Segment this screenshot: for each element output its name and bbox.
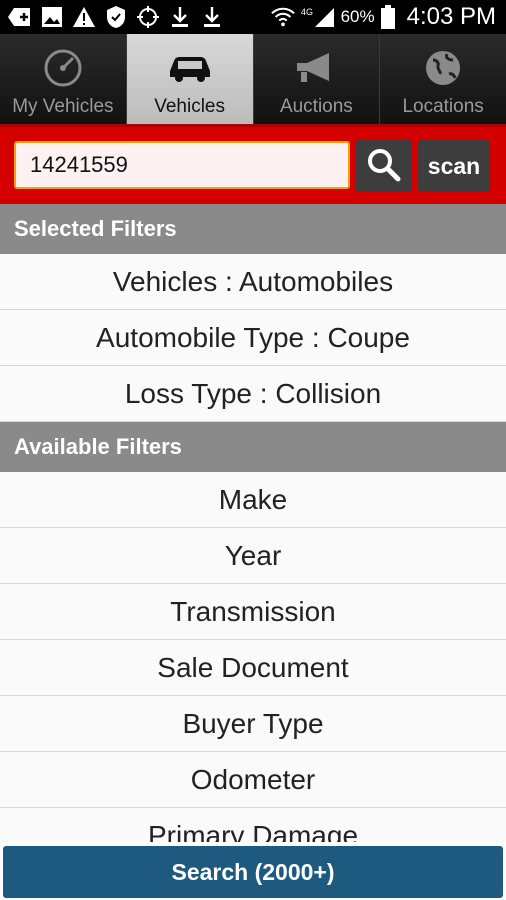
warning-icon — [72, 5, 96, 29]
filters-panel: Selected Filters Vehicles : Automobiles … — [0, 204, 506, 846]
available-filter-item[interactable]: Make — [0, 472, 506, 528]
search-icon — [366, 147, 402, 186]
available-filter-item[interactable]: Transmission — [0, 584, 506, 640]
search-input[interactable] — [14, 141, 350, 189]
globe-icon — [419, 44, 467, 92]
image-icon — [40, 5, 64, 29]
tab-bar: My Vehicles Vehicles Auctions Locations — [0, 34, 506, 124]
signal-icon: 4G — [301, 5, 335, 29]
search-results-button[interactable]: Search (2000+) — [3, 846, 503, 898]
bottom-bar: Search (2000+) — [0, 842, 506, 900]
battery-icon — [380, 5, 395, 29]
available-filter-item[interactable]: Year — [0, 528, 506, 584]
speedometer-icon — [39, 44, 87, 92]
tab-locations[interactable]: Locations — [380, 34, 506, 124]
battery-percent: 60% — [340, 7, 375, 26]
status-bar: 4G 60% 4:03 PM — [0, 0, 506, 34]
tab-label: Vehicles — [154, 96, 226, 117]
selected-filters-list: Vehicles : Automobiles Automobile Type :… — [0, 254, 506, 422]
selected-filters-header: Selected Filters — [0, 204, 506, 254]
selected-filter-item[interactable]: Automobile Type : Coupe — [0, 310, 506, 366]
wifi-icon — [270, 5, 295, 29]
selected-filter-item[interactable]: Loss Type : Collision — [0, 366, 506, 422]
available-filter-item[interactable]: Sale Document — [0, 640, 506, 696]
svg-text:4G: 4G — [301, 7, 313, 17]
scan-button[interactable]: scan — [418, 140, 490, 192]
tab-auctions[interactable]: Auctions — [254, 34, 381, 124]
crosshair-icon — [136, 5, 160, 29]
download-icon — [200, 5, 224, 29]
download-icon — [168, 5, 192, 29]
megaphone-icon — [292, 44, 340, 92]
available-filters-header: Available Filters — [0, 422, 506, 472]
search-bar: scan — [0, 124, 506, 204]
tab-vehicles[interactable]: Vehicles — [126, 34, 254, 124]
clock: 4:03 PM — [406, 3, 496, 30]
available-filter-item[interactable]: Primary Damage — [0, 808, 506, 846]
tab-label: Locations — [402, 96, 484, 117]
available-filter-item[interactable]: Odometer — [0, 752, 506, 808]
search-button[interactable] — [356, 140, 412, 192]
tab-label: My Vehicles — [12, 96, 114, 117]
shield-icon — [104, 5, 128, 29]
car-icon — [166, 44, 214, 92]
tab-my-vehicles[interactable]: My Vehicles — [0, 34, 127, 124]
selected-filter-item[interactable]: Vehicles : Automobiles — [0, 254, 506, 310]
add-icon — [8, 5, 32, 29]
tab-label: Auctions — [279, 96, 353, 117]
available-filters-list: Make Year Transmission Sale Document Buy… — [0, 472, 506, 846]
available-filter-item[interactable]: Buyer Type — [0, 696, 506, 752]
